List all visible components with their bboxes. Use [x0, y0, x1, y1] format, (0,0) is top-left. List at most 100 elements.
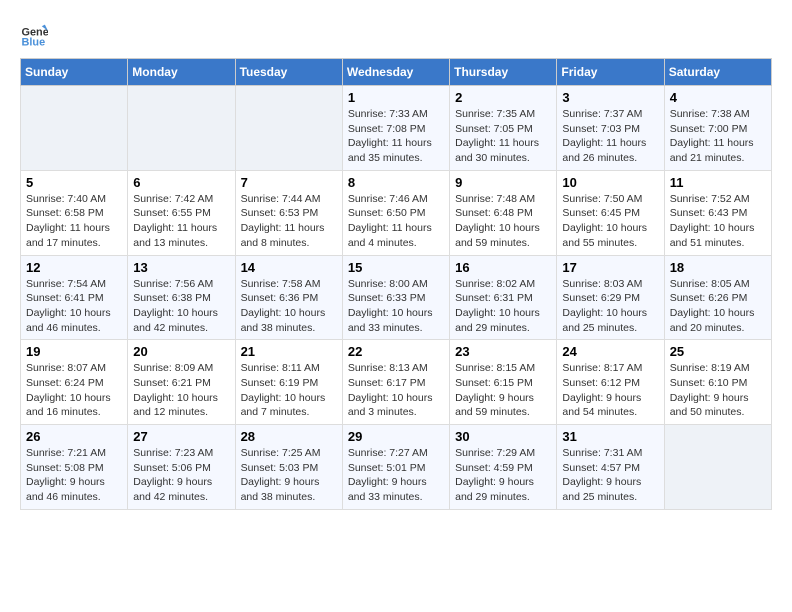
calendar-cell: 7 Sunrise: 7:44 AM Sunset: 6:53 PM Daylig… — [235, 170, 342, 255]
weekday-header: Tuesday — [235, 59, 342, 86]
day-info: Sunrise: 7:35 AM Sunset: 7:05 PM Dayligh… — [455, 107, 551, 166]
calendar-cell: 5 Sunrise: 7:40 AM Sunset: 6:58 PM Daylig… — [21, 170, 128, 255]
day-number: 26 — [26, 429, 122, 444]
calendar-cell: 31Sunrise: 7:31 AM Sunset: 4:57 PM Dayli… — [557, 425, 664, 510]
day-info: Sunrise: 8:09 AM Sunset: 6:21 PM Dayligh… — [133, 361, 229, 420]
day-number: 18 — [670, 260, 766, 275]
calendar-row: 1 Sunrise: 7:33 AM Sunset: 7:08 PM Daylig… — [21, 86, 772, 171]
day-info: Sunrise: 7:46 AM Sunset: 6:50 PM Dayligh… — [348, 192, 444, 251]
calendar-cell: 19 Sunrise: 8:07 AM Sunset: 6:24 PM Dayli… — [21, 340, 128, 425]
day-number: 28 — [241, 429, 337, 444]
day-number: 21 — [241, 344, 337, 359]
day-number: 12 — [26, 260, 122, 275]
calendar-row: 5 Sunrise: 7:40 AM Sunset: 6:58 PM Daylig… — [21, 170, 772, 255]
day-info: Sunrise: 8:02 AM Sunset: 6:31 PM Dayligh… — [455, 277, 551, 336]
day-number: 16 — [455, 260, 551, 275]
day-info: Sunrise: 7:50 AM Sunset: 6:45 PM Dayligh… — [562, 192, 658, 251]
calendar-cell — [664, 425, 771, 510]
calendar-cell: 11Sunrise: 7:52 AM Sunset: 6:43 PM Dayli… — [664, 170, 771, 255]
calendar-cell: 28 Sunrise: 7:25 AM Sunset: 5:03 PM Dayli… — [235, 425, 342, 510]
weekday-header: Friday — [557, 59, 664, 86]
calendar-row: 26 Sunrise: 7:21 AM Sunset: 5:08 PM Dayli… — [21, 425, 772, 510]
day-number: 15 — [348, 260, 444, 275]
day-number: 25 — [670, 344, 766, 359]
day-number: 19 — [26, 344, 122, 359]
day-info: Sunrise: 7:48 AM Sunset: 6:48 PM Dayligh… — [455, 192, 551, 251]
day-info: Sunrise: 8:11 AM Sunset: 6:19 PM Dayligh… — [241, 361, 337, 420]
day-info: Sunrise: 8:19 AM Sunset: 6:10 PM Dayligh… — [670, 361, 766, 420]
calendar-row: 12 Sunrise: 7:54 AM Sunset: 6:41 PM Dayli… — [21, 255, 772, 340]
calendar-cell: 21 Sunrise: 8:11 AM Sunset: 6:19 PM Dayli… — [235, 340, 342, 425]
day-number: 20 — [133, 344, 229, 359]
day-number: 9 — [455, 175, 551, 190]
calendar-cell: 4 Sunrise: 7:38 AM Sunset: 7:00 PM Daylig… — [664, 86, 771, 171]
day-number: 29 — [348, 429, 444, 444]
calendar-cell: 8 Sunrise: 7:46 AM Sunset: 6:50 PM Daylig… — [342, 170, 449, 255]
day-number: 24 — [562, 344, 658, 359]
day-info: Sunrise: 7:27 AM Sunset: 5:01 PM Dayligh… — [348, 446, 444, 505]
day-info: Sunrise: 7:29 AM Sunset: 4:59 PM Dayligh… — [455, 446, 551, 505]
calendar-cell: 29 Sunrise: 7:27 AM Sunset: 5:01 PM Dayli… — [342, 425, 449, 510]
calendar-cell: 1 Sunrise: 7:33 AM Sunset: 7:08 PM Daylig… — [342, 86, 449, 171]
day-info: Sunrise: 7:40 AM Sunset: 6:58 PM Dayligh… — [26, 192, 122, 251]
day-number: 4 — [670, 90, 766, 105]
day-number: 23 — [455, 344, 551, 359]
calendar-cell: 25 Sunrise: 8:19 AM Sunset: 6:10 PM Dayli… — [664, 340, 771, 425]
calendar-cell: 23Sunrise: 8:15 AM Sunset: 6:15 PM Dayli… — [450, 340, 557, 425]
calendar-row: 19 Sunrise: 8:07 AM Sunset: 6:24 PM Dayli… — [21, 340, 772, 425]
calendar-cell: 9 Sunrise: 7:48 AM Sunset: 6:48 PM Daylig… — [450, 170, 557, 255]
day-info: Sunrise: 7:31 AM Sunset: 4:57 PM Dayligh… — [562, 446, 658, 505]
day-info: Sunrise: 7:56 AM Sunset: 6:38 PM Dayligh… — [133, 277, 229, 336]
day-info: Sunrise: 8:05 AM Sunset: 6:26 PM Dayligh… — [670, 277, 766, 336]
calendar-cell — [235, 86, 342, 171]
weekday-header: Monday — [128, 59, 235, 86]
day-info: Sunrise: 8:17 AM Sunset: 6:12 PM Dayligh… — [562, 361, 658, 420]
calendar-cell: 16 Sunrise: 8:02 AM Sunset: 6:31 PM Dayli… — [450, 255, 557, 340]
day-info: Sunrise: 7:38 AM Sunset: 7:00 PM Dayligh… — [670, 107, 766, 166]
calendar-cell: 30 Sunrise: 7:29 AM Sunset: 4:59 PM Dayli… — [450, 425, 557, 510]
day-number: 13 — [133, 260, 229, 275]
calendar-cell: 13 Sunrise: 7:56 AM Sunset: 6:38 PM Dayli… — [128, 255, 235, 340]
day-number: 22 — [348, 344, 444, 359]
day-number: 17 — [562, 260, 658, 275]
calendar-cell: 27Sunrise: 7:23 AM Sunset: 5:06 PM Dayli… — [128, 425, 235, 510]
weekday-header: Saturday — [664, 59, 771, 86]
calendar-cell: 6Sunrise: 7:42 AM Sunset: 6:55 PM Daylig… — [128, 170, 235, 255]
calendar-cell: 17 Sunrise: 8:03 AM Sunset: 6:29 PM Dayli… — [557, 255, 664, 340]
day-number: 1 — [348, 90, 444, 105]
day-info: Sunrise: 8:03 AM Sunset: 6:29 PM Dayligh… — [562, 277, 658, 336]
calendar-cell: 12 Sunrise: 7:54 AM Sunset: 6:41 PM Dayli… — [21, 255, 128, 340]
page-header: General Blue — [20, 20, 772, 48]
logo: General Blue — [20, 20, 52, 48]
calendar-table: SundayMondayTuesdayWednesdayThursdayFrid… — [20, 58, 772, 510]
calendar-cell: 15 Sunrise: 8:00 AM Sunset: 6:33 PM Dayli… — [342, 255, 449, 340]
day-info: Sunrise: 7:44 AM Sunset: 6:53 PM Dayligh… — [241, 192, 337, 251]
calendar-cell — [21, 86, 128, 171]
day-info: Sunrise: 7:58 AM Sunset: 6:36 PM Dayligh… — [241, 277, 337, 336]
day-info: Sunrise: 7:33 AM Sunset: 7:08 PM Dayligh… — [348, 107, 444, 166]
calendar-cell: 20 Sunrise: 8:09 AM Sunset: 6:21 PM Dayli… — [128, 340, 235, 425]
day-info: Sunrise: 7:54 AM Sunset: 6:41 PM Dayligh… — [26, 277, 122, 336]
calendar-cell: 14 Sunrise: 7:58 AM Sunset: 6:36 PM Dayli… — [235, 255, 342, 340]
day-info: Sunrise: 7:52 AM Sunset: 6:43 PM Dayligh… — [670, 192, 766, 251]
day-info: Sunrise: 8:07 AM Sunset: 6:24 PM Dayligh… — [26, 361, 122, 420]
calendar-cell: 2Sunrise: 7:35 AM Sunset: 7:05 PM Daylig… — [450, 86, 557, 171]
calendar-header: SundayMondayTuesdayWednesdayThursdayFrid… — [21, 59, 772, 86]
calendar-body: 1 Sunrise: 7:33 AM Sunset: 7:08 PM Daylig… — [21, 86, 772, 510]
day-number: 10 — [562, 175, 658, 190]
day-number: 3 — [562, 90, 658, 105]
day-number: 7 — [241, 175, 337, 190]
day-number: 5 — [26, 175, 122, 190]
day-info: Sunrise: 8:13 AM Sunset: 6:17 PM Dayligh… — [348, 361, 444, 420]
calendar-cell: 18 Sunrise: 8:05 AM Sunset: 6:26 PM Dayli… — [664, 255, 771, 340]
day-number: 8 — [348, 175, 444, 190]
weekday-header: Sunday — [21, 59, 128, 86]
day-info: Sunrise: 7:25 AM Sunset: 5:03 PM Dayligh… — [241, 446, 337, 505]
day-number: 30 — [455, 429, 551, 444]
weekday-header: Thursday — [450, 59, 557, 86]
day-number: 14 — [241, 260, 337, 275]
day-info: Sunrise: 7:23 AM Sunset: 5:06 PM Dayligh… — [133, 446, 229, 505]
day-info: Sunrise: 7:37 AM Sunset: 7:03 PM Dayligh… — [562, 107, 658, 166]
day-info: Sunrise: 7:21 AM Sunset: 5:08 PM Dayligh… — [26, 446, 122, 505]
day-info: Sunrise: 8:00 AM Sunset: 6:33 PM Dayligh… — [348, 277, 444, 336]
